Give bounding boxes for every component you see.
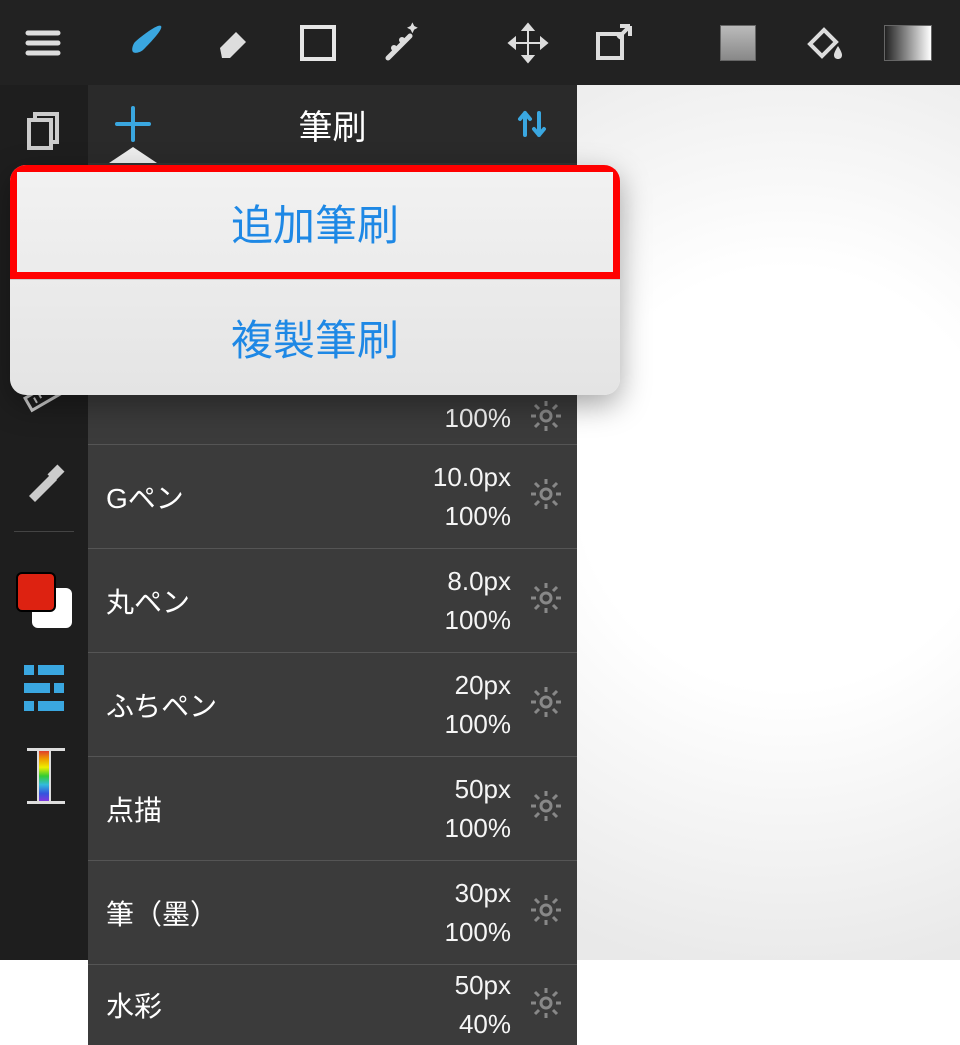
brush-row[interactable]: 筆（墨） 30px 100% xyxy=(88,861,577,965)
wand-icon xyxy=(380,20,426,66)
brush-opacity: 100% xyxy=(445,913,512,952)
brush-size: 20px xyxy=(455,666,511,705)
brush-settings-button[interactable] xyxy=(529,893,563,932)
brush-row[interactable]: 水彩 50px 40% xyxy=(88,965,577,1045)
bucket-icon xyxy=(800,20,846,66)
sliders-button[interactable] xyxy=(0,644,88,732)
gear-icon xyxy=(529,893,563,927)
move-tool[interactable] xyxy=(485,0,570,85)
rainbow-icon xyxy=(37,748,51,804)
brush-row[interactable]: 点描 50px 100% xyxy=(88,757,577,861)
brush-size: 50px xyxy=(455,770,511,809)
brush-row[interactable]: ふちペン 20px 100% xyxy=(88,653,577,757)
gear-icon xyxy=(529,986,563,1020)
brush-settings-button[interactable] xyxy=(529,789,563,828)
reorder-button[interactable] xyxy=(487,85,577,163)
color-chips-icon xyxy=(16,572,72,628)
brush-settings-button[interactable] xyxy=(529,986,563,1025)
brush-opacity: 100% xyxy=(445,497,512,536)
sort-arrows-icon xyxy=(513,105,551,143)
brush-name: 筆（墨） xyxy=(106,893,445,933)
brush-values: 50px 40% xyxy=(455,966,511,1044)
top-toolbar xyxy=(0,0,960,85)
eraser-icon xyxy=(210,20,256,66)
brush-values: 10.0px 100% xyxy=(433,458,511,536)
popup-caret-icon xyxy=(109,147,157,163)
eraser-tool[interactable] xyxy=(190,0,275,85)
brush-opacity: 100% xyxy=(445,705,512,744)
brush-values: 50px 100% xyxy=(445,770,512,848)
brush-row[interactable]: 100% xyxy=(88,393,577,445)
square-icon xyxy=(300,25,336,61)
brush-opacity: 100% xyxy=(445,809,512,848)
marker-icon xyxy=(21,458,67,504)
brush-size: 10.0px xyxy=(433,458,511,497)
color-picker-button[interactable] xyxy=(0,732,88,820)
sliders-icon xyxy=(24,665,64,711)
brush-row[interactable]: Gペン 10.0px 100% xyxy=(88,445,577,549)
brush-size: 8.0px xyxy=(447,562,511,601)
popup-duplicate-brush[interactable]: 複製筆刷 xyxy=(10,280,620,395)
move-icon xyxy=(505,20,551,66)
brush-opacity: 100% xyxy=(445,601,512,640)
brush-size: 30px xyxy=(455,874,511,913)
layers-icon xyxy=(23,108,65,150)
menu-button[interactable] xyxy=(0,0,85,85)
gradient-tool[interactable] xyxy=(865,0,950,85)
brush-settings-button[interactable] xyxy=(529,399,563,438)
brush-settings-button[interactable] xyxy=(529,685,563,724)
hamburger-icon xyxy=(23,23,63,63)
shape-tool[interactable] xyxy=(275,0,360,85)
brush-opacity: 40% xyxy=(459,1005,511,1044)
brush-panel-title: 筆刷 xyxy=(178,100,487,149)
brush-row[interactable]: 丸ペン 8.0px 100% xyxy=(88,549,577,653)
add-brush-popup: 追加筆刷 複製筆刷 xyxy=(10,165,620,395)
gear-icon xyxy=(529,789,563,823)
add-brush-button[interactable] xyxy=(88,85,178,163)
brush-settings-button[interactable] xyxy=(529,477,563,516)
gear-icon xyxy=(529,581,563,615)
brush-size: 50px xyxy=(455,966,511,1005)
fill-color-tool[interactable] xyxy=(695,0,780,85)
transform-tool[interactable] xyxy=(570,0,655,85)
brush-opacity: 100% xyxy=(445,399,512,438)
brush-tool[interactable] xyxy=(105,0,190,85)
gradient-icon xyxy=(884,25,932,61)
gear-icon xyxy=(529,399,563,433)
popup-add-brush[interactable]: 追加筆刷 xyxy=(10,165,620,280)
transform-icon xyxy=(590,20,636,66)
layers-button[interactable] xyxy=(0,85,88,173)
canvas-area[interactable] xyxy=(577,85,960,960)
brush-name: 丸ペン xyxy=(106,581,445,621)
color-swap-button[interactable] xyxy=(0,556,88,644)
brush-values: 8.0px 100% xyxy=(445,562,512,640)
brush-list: 100% Gペン 10.0px 100% 丸ペン 8.0px 100% ふちペン xyxy=(88,393,577,1045)
bucket-tool[interactable] xyxy=(780,0,865,85)
brush-name: 点描 xyxy=(106,789,445,829)
filled-square-icon xyxy=(720,25,756,61)
brush-name: Gペン xyxy=(106,477,433,517)
brush-values: 100% xyxy=(445,399,512,438)
wand-tool[interactable] xyxy=(360,0,445,85)
pen-button[interactable] xyxy=(0,437,88,525)
plus-icon xyxy=(111,102,155,146)
brush-name: ふちペン xyxy=(106,685,445,725)
gear-icon xyxy=(529,477,563,511)
popup-duplicate-brush-label: 複製筆刷 xyxy=(231,307,399,368)
brush-icon xyxy=(125,20,171,66)
brush-values: 20px 100% xyxy=(445,666,512,744)
gear-icon xyxy=(529,685,563,719)
popup-add-brush-label: 追加筆刷 xyxy=(231,192,399,253)
brush-name: 水彩 xyxy=(106,985,455,1025)
brush-panel-header: 筆刷 xyxy=(88,85,577,163)
brush-settings-button[interactable] xyxy=(529,581,563,620)
brush-values: 30px 100% xyxy=(445,874,512,952)
sidebar-divider xyxy=(14,531,74,532)
